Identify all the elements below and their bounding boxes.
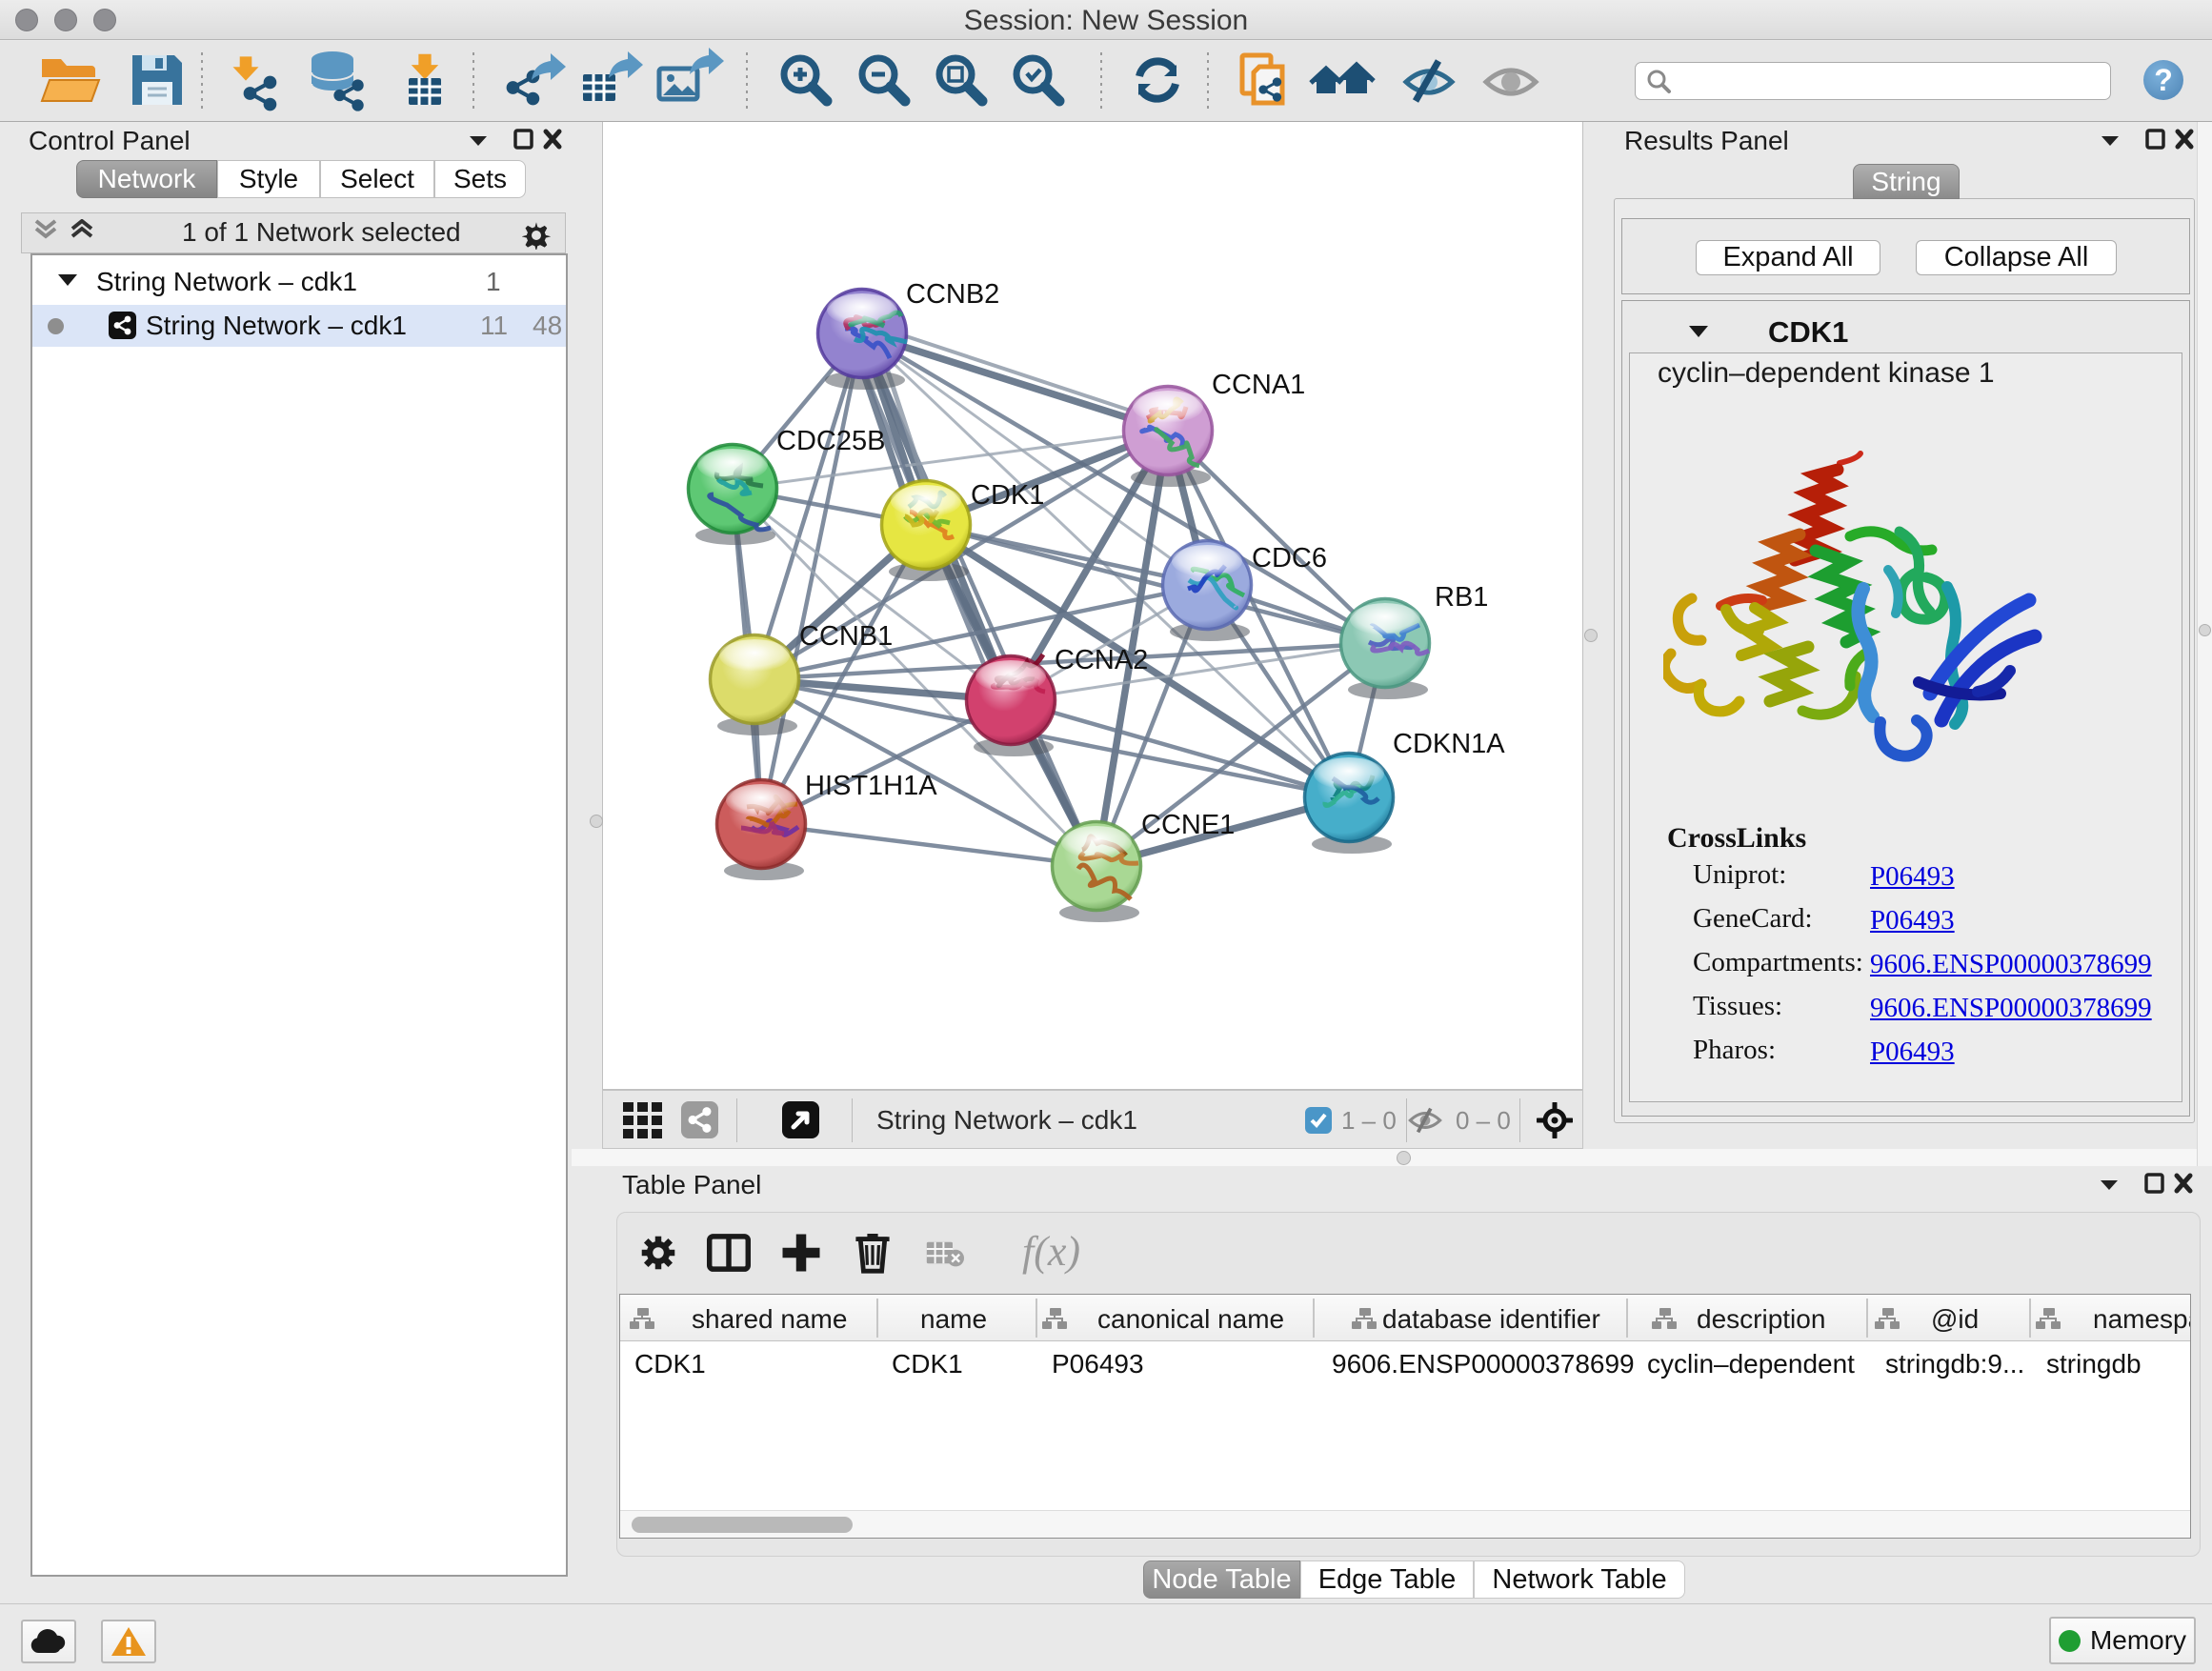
svg-text:RB1: RB1 xyxy=(1435,582,1488,613)
svg-text:CCNB1: CCNB1 xyxy=(799,621,893,652)
svg-text:CDKN1A: CDKN1A xyxy=(1393,729,1505,759)
svg-text:HIST1H1A: HIST1H1A xyxy=(805,771,937,801)
svg-text:CDC25B: CDC25B xyxy=(776,426,885,456)
svg-text:CCNE1: CCNE1 xyxy=(1141,810,1235,840)
svg-text:namespac: namespac xyxy=(2093,1304,2190,1334)
svg-text:CCNA1: CCNA1 xyxy=(1212,370,1305,400)
svg-text:CDK1: CDK1 xyxy=(971,480,1044,511)
svg-text:description: description xyxy=(1697,1304,1825,1334)
svg-text:CDC6: CDC6 xyxy=(1252,543,1327,574)
svg-text:@id: @id xyxy=(1931,1304,1979,1334)
svg-text:name: name xyxy=(920,1304,987,1334)
svg-text:f(x): f(x) xyxy=(1022,1228,1080,1275)
svg-text:CCNA2: CCNA2 xyxy=(1055,645,1148,675)
svg-text:CCNB2: CCNB2 xyxy=(906,279,999,310)
svg-text:shared name: shared name xyxy=(692,1304,847,1334)
svg-text:database identifier: database identifier xyxy=(1382,1304,1600,1334)
svg-text:canonical name: canonical name xyxy=(1097,1304,1284,1334)
